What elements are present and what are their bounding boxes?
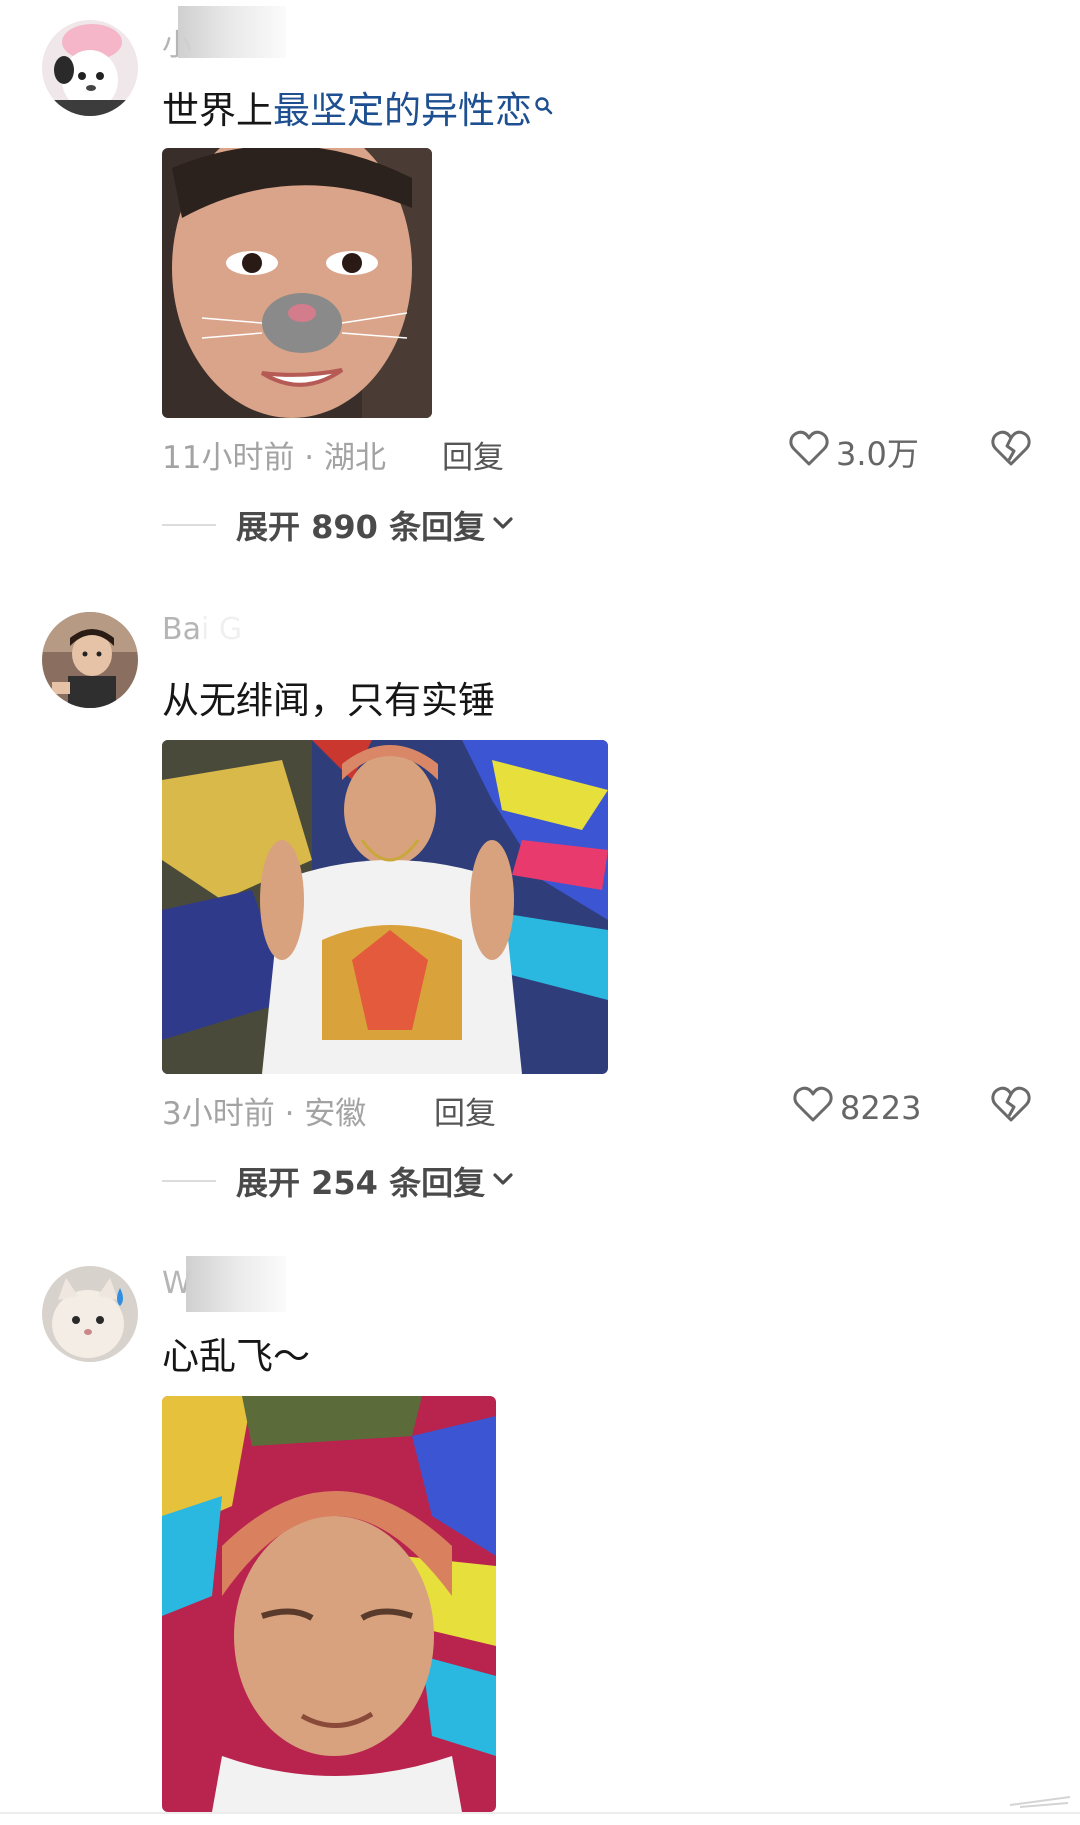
expand-replies[interactable]: 展开 254 条回复 (162, 1158, 515, 1204)
heart-outline-icon (788, 428, 830, 476)
heart-outline-icon (792, 1084, 834, 1132)
comment-text: 从无绯闻，只有实锤 (162, 670, 495, 724)
comment-text-plain: 从无绯闻，只有实锤 (162, 679, 495, 722)
search-icon (534, 82, 554, 125)
avatar[interactable] (42, 20, 138, 116)
like-count: 3.0万 (836, 435, 919, 473)
comment-item: 小 世界上最坚定的异性恋 11小时前 · 湖北 回复 3.0万 展开 890 条… (0, 0, 1080, 560)
like-count: 8223 (840, 1089, 922, 1127)
comment-image[interactable] (162, 1396, 496, 1812)
username-redaction (186, 1256, 286, 1312)
expand-replies-label: 展开 254 条回复 (236, 1164, 486, 1202)
dislike-button[interactable] (990, 1084, 1032, 1128)
comment-image[interactable] (162, 148, 432, 418)
avatar[interactable] (42, 612, 138, 708)
comment-image[interactable] (162, 740, 608, 1074)
like-button[interactable]: 8223 (792, 1084, 921, 1132)
reply-button[interactable]: 回复 (442, 432, 504, 477)
expand-replies[interactable]: 展开 890 条回复 (162, 502, 515, 548)
comment-time-location: 3小时前 · 安徽 (162, 1096, 367, 1132)
comment-text: 世界上最坚定的异性恋 (162, 80, 554, 134)
chevron-down-icon (491, 1170, 515, 1192)
bottom-divider (0, 1812, 1080, 1814)
broken-heart-icon (990, 1086, 1032, 1128)
reply-button[interactable]: 回复 (434, 1088, 496, 1133)
comment-time-location: 11小时前 · 湖北 (162, 440, 387, 476)
watermark (1009, 1794, 1071, 1808)
comment-text: 心乱飞～ (162, 1326, 310, 1380)
expand-replies-label: 展开 890 条回复 (236, 508, 486, 546)
chevron-down-icon (491, 514, 515, 536)
search-keyword-link[interactable]: 最坚定的异性恋 (273, 89, 554, 132)
like-button[interactable]: 3.0万 (788, 428, 919, 476)
comment-text-plain: 世界上 (162, 89, 273, 132)
dislike-button[interactable] (990, 428, 1032, 472)
broken-heart-icon (990, 430, 1032, 472)
divider (162, 1180, 216, 1182)
divider (162, 524, 216, 526)
comment-text-plain: 心乱飞～ (162, 1335, 310, 1378)
username-redaction (178, 6, 286, 58)
avatar[interactable] (42, 1266, 138, 1362)
username-redaction (200, 610, 262, 652)
